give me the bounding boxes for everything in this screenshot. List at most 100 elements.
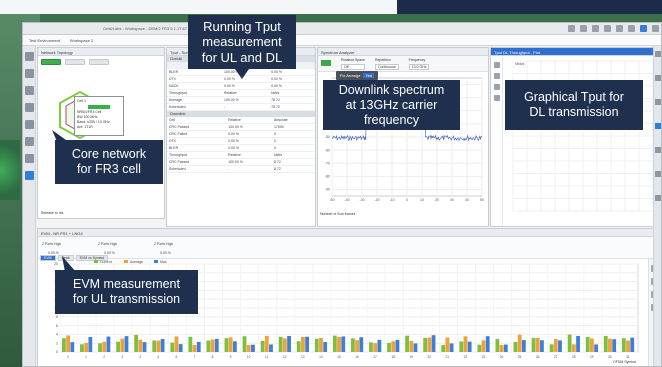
x-tick-label: -10 bbox=[389, 198, 394, 202]
evm-bar bbox=[88, 337, 93, 352]
zoom-in-icon[interactable] bbox=[494, 62, 500, 68]
table-cell: 17500 bbox=[271, 123, 315, 131]
table-cell: CRC Passed bbox=[167, 123, 227, 131]
table-cell: CRC Failed bbox=[167, 130, 227, 138]
x-tick-label: 0 bbox=[67, 355, 69, 359]
x-tick-label: 12 bbox=[283, 355, 287, 359]
table-row: CRC Passed 100.00 % 8.72 bbox=[167, 158, 315, 166]
evm-bar bbox=[214, 338, 219, 352]
evm-bar bbox=[373, 343, 378, 352]
sidebar-log-icon[interactable] bbox=[25, 120, 34, 129]
tooltip-text: Fix Arrange bbox=[340, 73, 361, 78]
legend-label: Current bbox=[100, 260, 112, 264]
evm-bar bbox=[441, 345, 446, 352]
table-row: Throughput Relative kbit/s bbox=[167, 151, 315, 159]
evm-bar bbox=[499, 345, 504, 352]
evm-bar bbox=[332, 335, 337, 352]
x-tick-label: 40 bbox=[465, 198, 469, 202]
table-cell: BLER bbox=[167, 68, 222, 76]
right-tool-icon[interactable] bbox=[655, 147, 661, 153]
evm-bar bbox=[621, 338, 626, 352]
frequency-field[interactable]: 13.0 GHz bbox=[408, 64, 430, 70]
evm-bar bbox=[341, 336, 346, 352]
sidebar-settings-icon[interactable] bbox=[25, 154, 34, 163]
table-cell: 0 bbox=[271, 137, 315, 145]
sidebar-cell-icon[interactable] bbox=[25, 69, 34, 78]
evm-bar bbox=[337, 336, 341, 352]
sidebar-phone-icon[interactable] bbox=[25, 137, 34, 146]
evm-bar bbox=[467, 341, 472, 352]
x-tick-label: 7 bbox=[194, 355, 196, 359]
table-cell: 0.00 % bbox=[269, 68, 315, 76]
testbench-icon[interactable] bbox=[640, 25, 647, 32]
table-cell: CRC Passed bbox=[167, 158, 227, 166]
evm-bar bbox=[521, 340, 526, 352]
evm-bar bbox=[278, 336, 283, 352]
evm-bar bbox=[260, 340, 265, 352]
evm-bar bbox=[66, 335, 70, 352]
x-tick-label: 0 bbox=[406, 198, 408, 202]
sidebar-measure-icon[interactable] bbox=[25, 103, 34, 112]
sidebar-network-icon[interactable] bbox=[25, 52, 34, 61]
evm-bar bbox=[138, 339, 143, 352]
evm-bar bbox=[427, 337, 432, 352]
evm-bar bbox=[612, 339, 617, 352]
right-tool-icon[interactable] bbox=[655, 123, 661, 129]
callout-evm-measurement: EVM measurement for UL transmission bbox=[55, 270, 198, 314]
evm-bar bbox=[80, 344, 84, 352]
sidebar-signal-icon[interactable] bbox=[25, 86, 34, 95]
evm-bar bbox=[296, 341, 301, 352]
ue-demo-icon[interactable] bbox=[652, 25, 659, 32]
network-panel-title: Network Topology bbox=[38, 48, 164, 56]
y-tick-label: 8 bbox=[56, 315, 58, 319]
sidebar-results-icon[interactable] bbox=[25, 171, 34, 180]
spectrum-controls: Rotation Space Off Repetition Continuous F… bbox=[318, 56, 488, 72]
tooltip-confirm-button[interactable]: Yes bbox=[363, 73, 374, 78]
spectrum-run-button[interactable] bbox=[321, 60, 331, 66]
tab-workspace[interactable]: Workspace 2 bbox=[70, 38, 93, 43]
right-tool-icon[interactable] bbox=[655, 99, 661, 105]
table-cell: 0 bbox=[271, 144, 315, 152]
evm-bar bbox=[228, 337, 233, 352]
close-icon[interactable] bbox=[628, 25, 635, 32]
right-tool-icon[interactable] bbox=[655, 51, 661, 57]
evm-bar bbox=[178, 344, 183, 352]
rotation-dropdown[interactable]: Off bbox=[341, 64, 365, 70]
x-tick-label: 9 bbox=[230, 355, 232, 359]
pan-icon[interactable] bbox=[494, 84, 500, 90]
evm-bar bbox=[251, 344, 255, 352]
start-icon[interactable] bbox=[568, 25, 575, 32]
evm-bar bbox=[106, 336, 111, 352]
x-tick-label: 27 bbox=[554, 355, 558, 359]
evm-bar bbox=[323, 342, 328, 352]
refresh-button[interactable] bbox=[65, 59, 85, 65]
evm-bar bbox=[405, 335, 409, 352]
reset-icon[interactable] bbox=[592, 25, 599, 32]
evm-bar bbox=[369, 342, 373, 352]
repetition-dropdown[interactable]: Continuous bbox=[374, 64, 399, 70]
evm-bar bbox=[305, 336, 310, 352]
ctrl-label: Frequency bbox=[408, 58, 426, 62]
analytics-icon[interactable] bbox=[604, 25, 611, 32]
home-icon[interactable] bbox=[616, 25, 623, 32]
x-tick-label: 31 bbox=[626, 355, 630, 359]
edit-button[interactable] bbox=[89, 59, 109, 65]
x-tick-label: 6 bbox=[175, 355, 177, 359]
evm-bar bbox=[142, 342, 147, 352]
zoom-out-icon[interactable] bbox=[494, 73, 500, 79]
live-mode-button[interactable] bbox=[41, 59, 61, 65]
y-tick-label: -80 bbox=[325, 175, 330, 179]
right-tool-icon[interactable] bbox=[655, 171, 661, 177]
stop-icon[interactable] bbox=[580, 25, 587, 32]
legend-swatch bbox=[94, 260, 98, 263]
dl-plot-tools bbox=[491, 57, 503, 226]
right-tool-icon[interactable] bbox=[655, 195, 661, 201]
y-tick-label: 4 bbox=[56, 333, 58, 337]
evm-bar bbox=[156, 340, 161, 352]
reset-view-icon[interactable] bbox=[494, 95, 500, 101]
tab-test-environment[interactable]: Test Environment bbox=[29, 38, 60, 43]
right-tool-icon[interactable] bbox=[655, 75, 661, 81]
x-tick-label: -40 bbox=[344, 198, 349, 202]
x-tick-label: -20 bbox=[374, 198, 379, 202]
cell-node-card[interactable]: Cell 1 NR5G/FR3 Cell BW 100 MHz Band: n2… bbox=[74, 96, 124, 136]
